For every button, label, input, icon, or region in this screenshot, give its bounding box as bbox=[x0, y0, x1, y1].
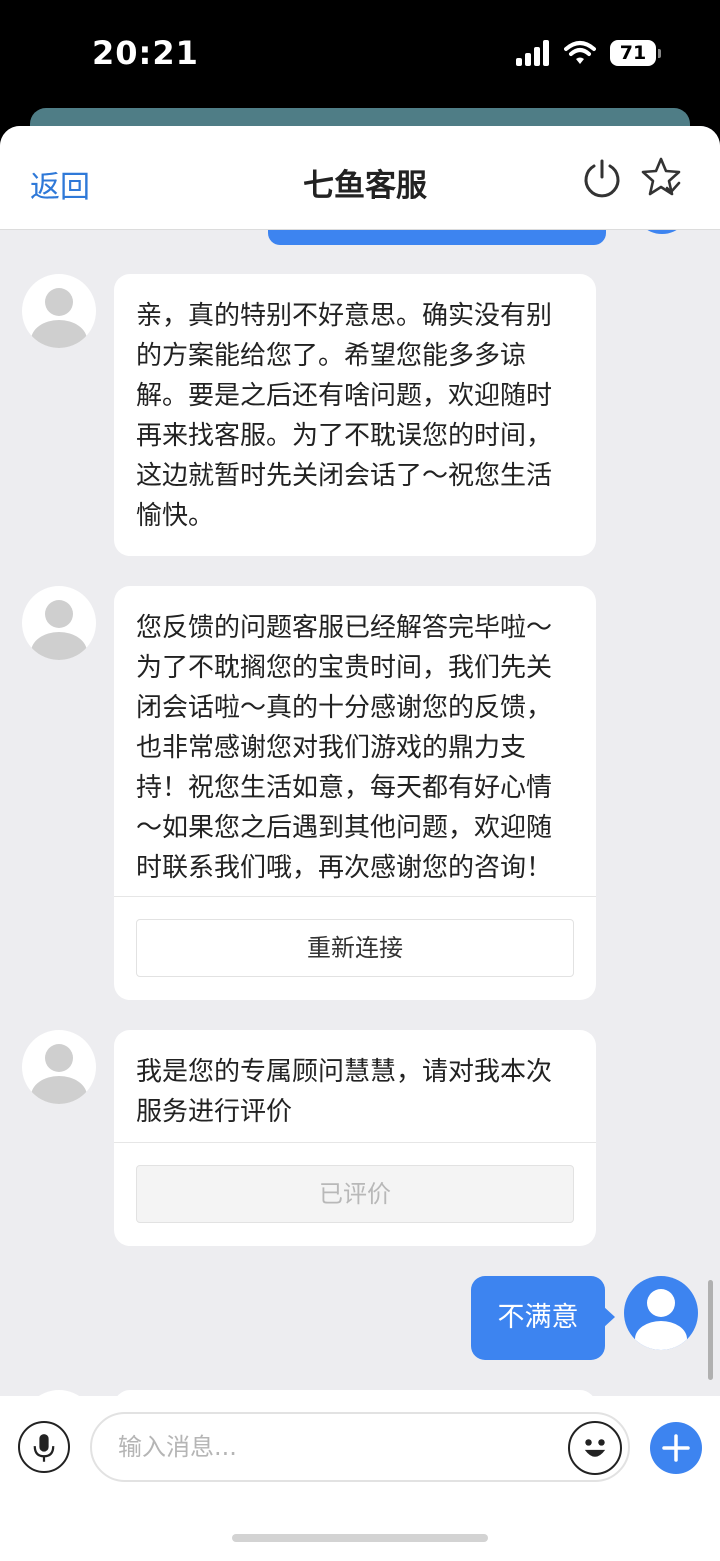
cellular-signal-icon bbox=[516, 40, 552, 66]
agent-avatar bbox=[22, 1030, 96, 1104]
rated-button[interactable]: 已评价 bbox=[136, 1165, 574, 1223]
user-message-bubble: 不满意 bbox=[471, 1276, 615, 1360]
message-input-field[interactable] bbox=[90, 1412, 630, 1482]
agent-message-bubble: 我是您的专属顾问慧慧，请对我本次服务进行评价 已评价 bbox=[114, 1030, 596, 1246]
agent-avatar bbox=[22, 586, 96, 660]
emoji-icon[interactable] bbox=[568, 1421, 622, 1475]
message-text: 亲，真的特别不好意思。确实没有别的方案能给您了。希望您能多多谅解。要是之后还有啥… bbox=[136, 301, 553, 531]
bubble-divider bbox=[114, 896, 596, 897]
star-favorite-icon[interactable] bbox=[640, 156, 682, 198]
message-input[interactable] bbox=[118, 1414, 558, 1480]
home-indicator bbox=[232, 1534, 488, 1542]
message-input-bar bbox=[0, 1396, 720, 1561]
agent-message-bubble: 亲，真的特别不好意思。确实没有别的方案能给您了。希望您能多多谅解。要是之后还有啥… bbox=[114, 274, 596, 556]
wifi-icon bbox=[564, 41, 596, 64]
agent-avatar bbox=[22, 274, 96, 348]
reconnect-button[interactable]: 重新连接 bbox=[136, 919, 574, 977]
bubble-divider bbox=[114, 1142, 596, 1143]
agent-message-bubble: 您反馈的问题客服已经解答完毕啦～为了不耽搁您的宝贵时间，我们先关闭会话啦～真的十… bbox=[114, 586, 596, 1000]
user-avatar bbox=[624, 1276, 698, 1350]
chat-header: 返回 七鱼客服 bbox=[0, 126, 720, 230]
status-time: 20:21 bbox=[92, 34, 199, 72]
microphone-icon[interactable] bbox=[18, 1421, 70, 1473]
previous-user-bubble bbox=[268, 230, 606, 245]
chat-message-list[interactable]: 亲，真的特别不好意思。确实没有别的方案能给您了。希望您能多多谅解。要是之后还有啥… bbox=[0, 230, 720, 1396]
chat-scrollbar[interactable] bbox=[708, 1280, 713, 1380]
power-icon[interactable] bbox=[582, 158, 622, 198]
message-text: 您反馈的问题客服已经解答完毕啦～为了不耽搁您的宝贵时间，我们先关闭会话啦～真的十… bbox=[136, 613, 553, 883]
status-bar: 20:21 71 bbox=[0, 0, 720, 110]
previous-user-avatar bbox=[632, 230, 692, 234]
battery-icon: 71 bbox=[610, 40, 661, 66]
plus-icon[interactable] bbox=[650, 1422, 702, 1474]
message-text: 我是您的专属顾问慧慧，请对我本次服务进行评价 bbox=[136, 1057, 553, 1127]
chat-sheet: 返回 七鱼客服 亲，真的特别不好意思。确实没有别的方案能给您了。希望您能多多谅解… bbox=[0, 126, 720, 1561]
